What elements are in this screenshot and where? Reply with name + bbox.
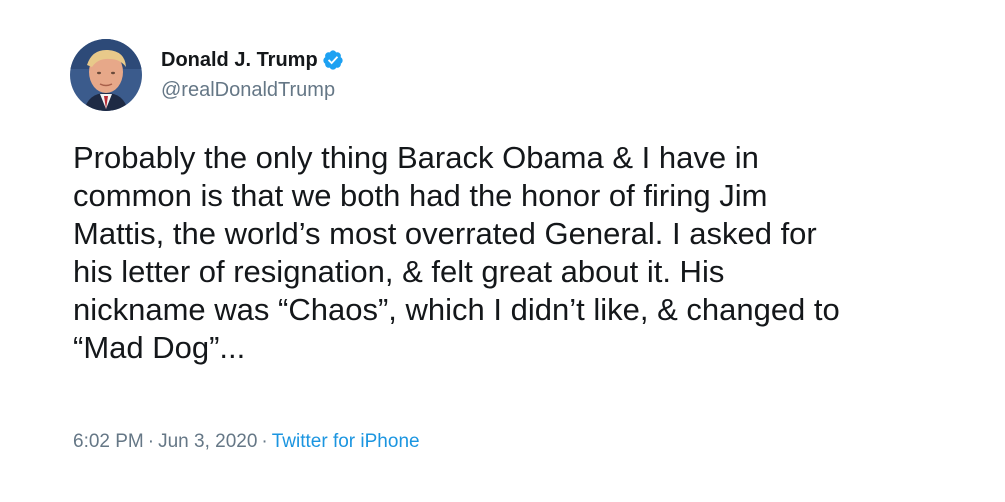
- avatar-image: [70, 39, 142, 111]
- tweet-header: Donald J. Trump @realDonaldTrump: [70, 38, 344, 112]
- author-names: Donald J. Trump @realDonaldTrump: [161, 48, 344, 102]
- tweet-text-line: Mattis, the world’s most overrated Gener…: [73, 216, 817, 251]
- avatar[interactable]: [70, 39, 142, 111]
- meta-separator: ·: [261, 431, 268, 452]
- tweet-text-line: Probably the only thing Barack Obama & I…: [73, 140, 759, 175]
- tweet-meta: 6:02 PM · Jun 3, 2020 · Twitter for iPhone: [73, 430, 420, 454]
- tweet-source-link[interactable]: Twitter for iPhone: [272, 431, 420, 452]
- display-name[interactable]: Donald J. Trump: [161, 48, 318, 72]
- display-name-row: Donald J. Trump: [161, 48, 344, 72]
- author-handle[interactable]: @realDonaldTrump: [161, 78, 344, 102]
- tweet-text-line: nickname was “Chaos”, which I didn’t lik…: [73, 292, 840, 327]
- tweet-text-line: “Mad Dog”...: [73, 330, 246, 365]
- tweet-time[interactable]: 6:02 PM: [73, 431, 144, 452]
- verified-badge-icon: [322, 49, 344, 71]
- tweet-text: Probably the only thing Barack Obama & I…: [73, 139, 973, 367]
- tweet-date[interactable]: Jun 3, 2020: [158, 431, 257, 452]
- tweet-text-line: his letter of resignation, & felt great …: [73, 254, 725, 289]
- tweet-text-line: common is that we both had the honor of …: [73, 178, 768, 213]
- meta-separator: ·: [147, 431, 155, 452]
- tweet-card: Donald J. Trump @realDonaldTrump Probabl…: [0, 0, 1005, 502]
